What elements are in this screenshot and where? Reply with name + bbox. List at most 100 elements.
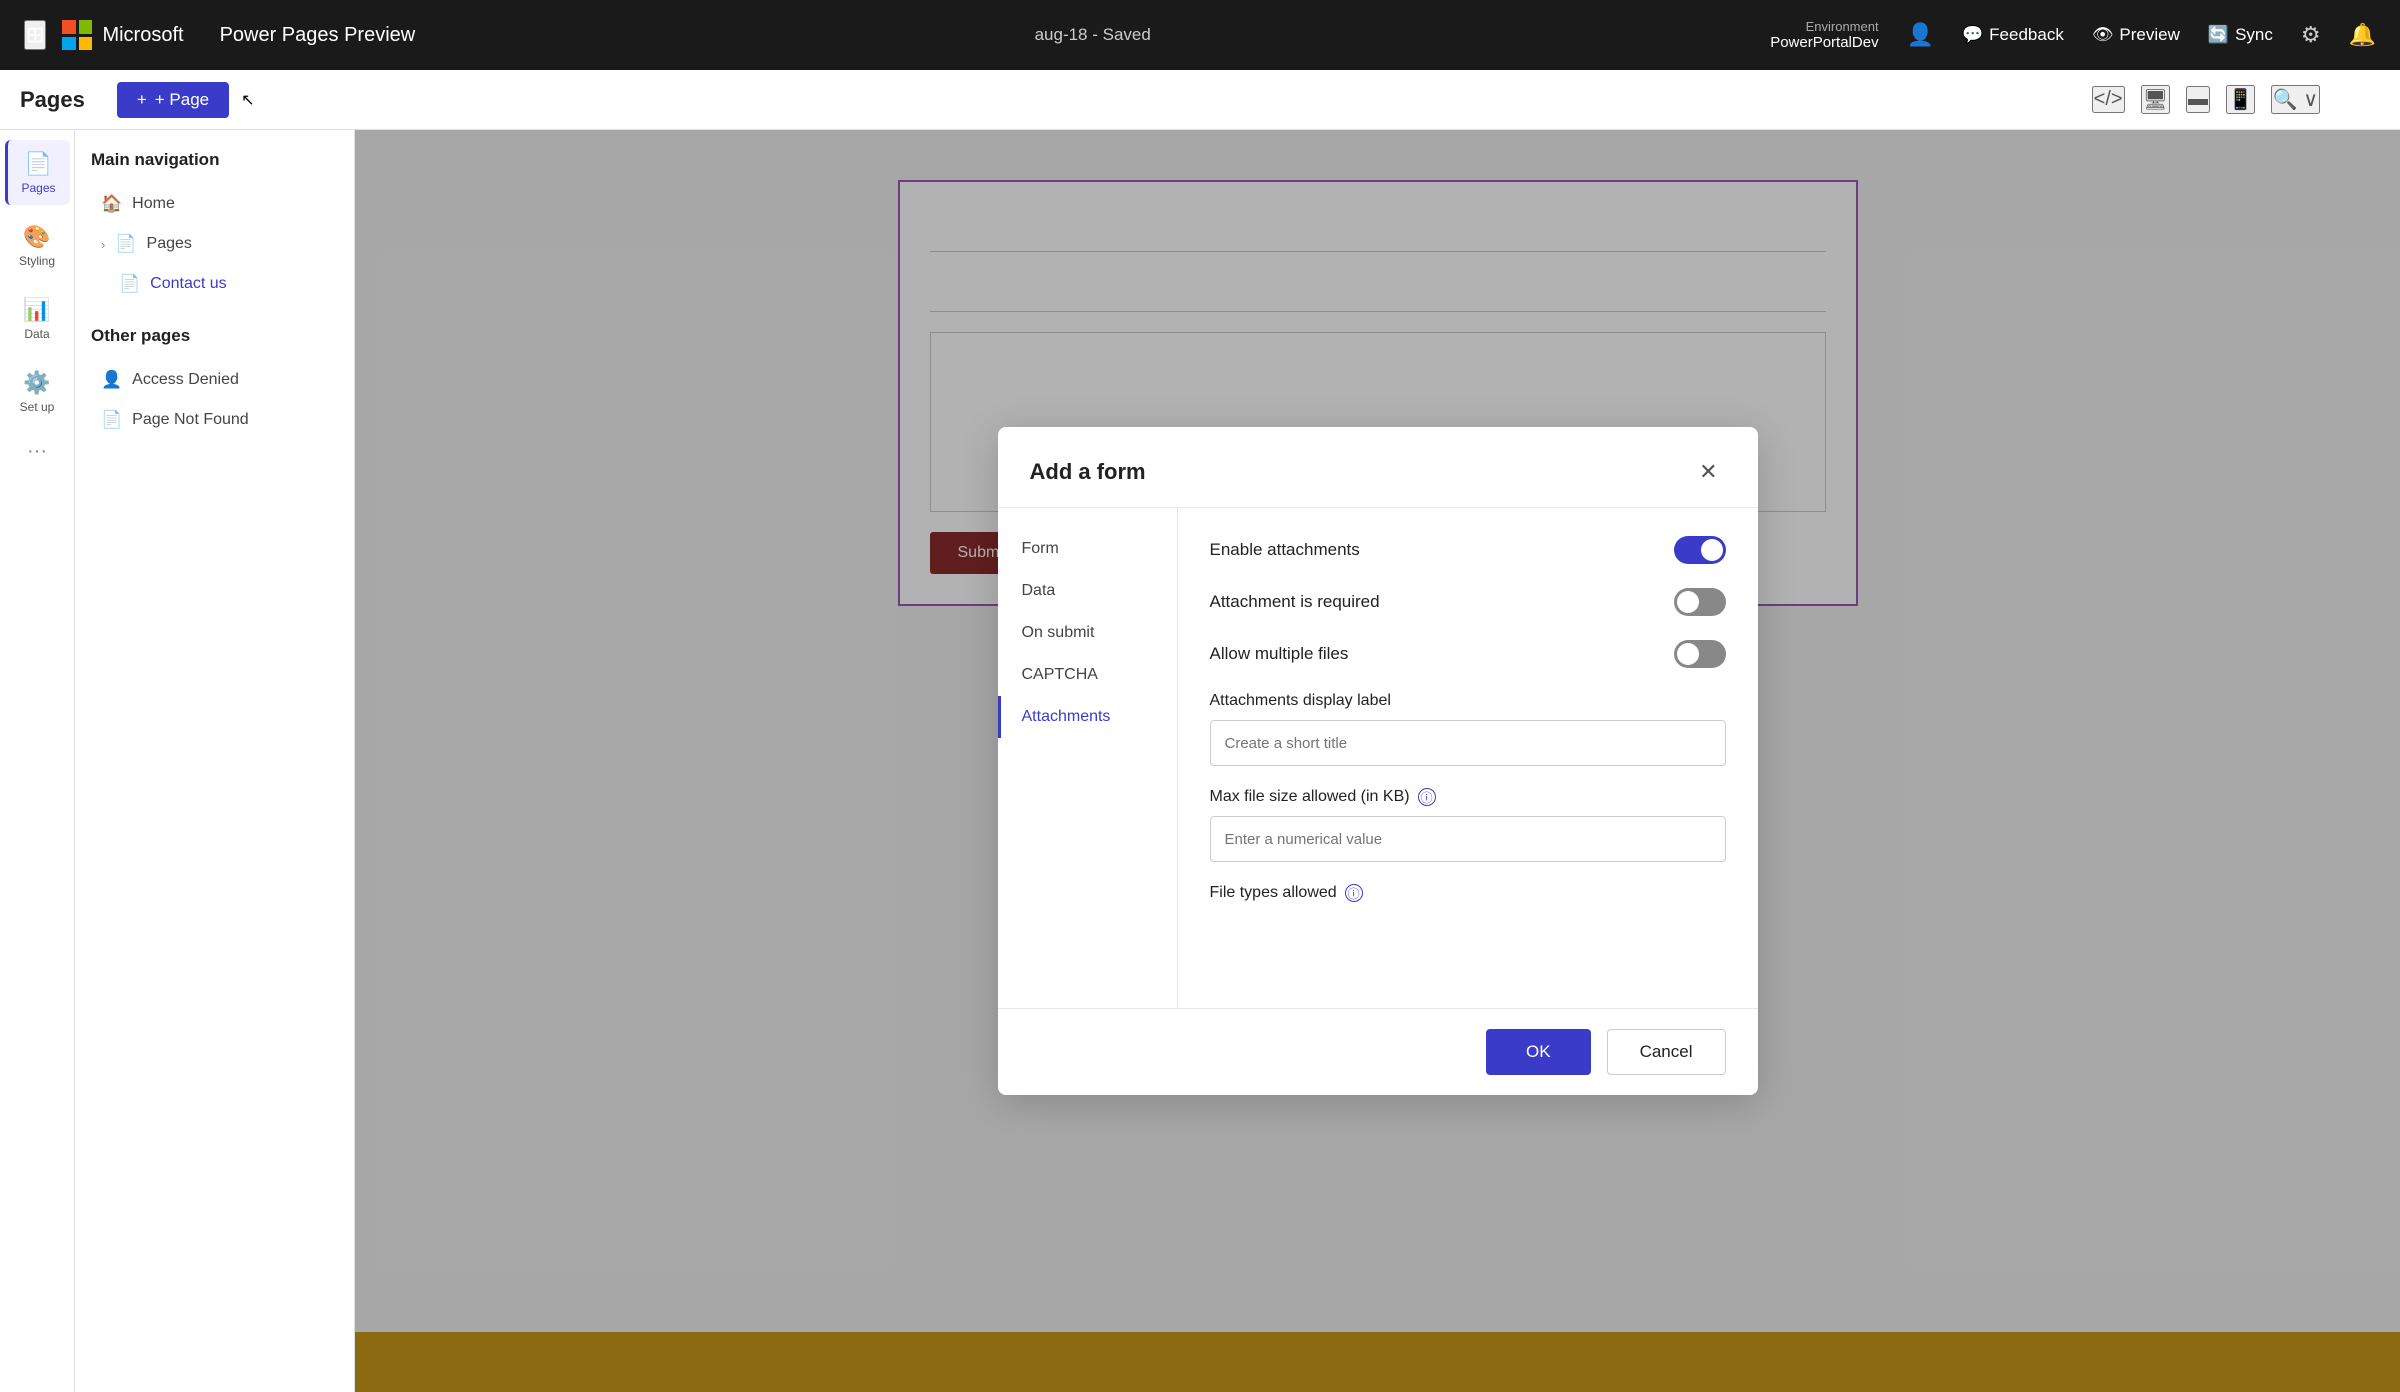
preview-button[interactable]: 👁 Preview xyxy=(2092,25,2180,45)
env-label: Environment xyxy=(1806,19,1879,34)
feedback-label: Feedback xyxy=(1989,25,2064,45)
saved-status: aug-18 - Saved xyxy=(1035,25,1151,45)
display-label-section-label: Attachments display label xyxy=(1210,692,1726,710)
allow-multiple-toggle[interactable] xyxy=(1674,640,1726,668)
modal-close-button[interactable]: ✕ xyxy=(1691,455,1725,489)
preview-icon: 👁 xyxy=(2092,25,2114,45)
file-types-label: File types allowed xyxy=(1210,884,1337,902)
modal-title: Add a form xyxy=(1030,459,1146,485)
secondbar: Pages + + Page ↖ </> 🖥 ▬ 📱 🔍 ∨ xyxy=(0,70,2400,130)
toggle-knob-2 xyxy=(1677,591,1699,613)
app-name: Power Pages Preview xyxy=(220,24,416,47)
enable-attachments-toggle[interactable] xyxy=(1674,536,1726,564)
nav-item-access-denied[interactable]: 👤 Access Denied xyxy=(91,362,338,398)
sidebar-item-setup[interactable]: ⚙️ Set up xyxy=(5,359,70,424)
main-nav-title: Main navigation xyxy=(91,150,338,170)
nav-pages-label: Pages xyxy=(147,235,192,253)
plus-icon: + xyxy=(137,90,147,110)
modal-header: Add a form ✕ xyxy=(998,427,1758,508)
code-view-icon[interactable]: </> xyxy=(2092,86,2125,113)
toggle-knob-3 xyxy=(1677,643,1699,665)
attachment-required-label: Attachment is required xyxy=(1210,592,1380,612)
allow-multiple-label: Allow multiple files xyxy=(1210,644,1349,664)
setup-icon: ⚙️ xyxy=(23,370,50,396)
add-form-modal: Add a form ✕ Form Data On submit CAPTCHA… xyxy=(998,427,1758,1095)
cursor-icon: ↖ xyxy=(241,90,271,110)
person-icon[interactable]: 👤 xyxy=(1907,22,1934,48)
max-file-size-input[interactable] xyxy=(1210,816,1726,862)
sidebar-item-data[interactable]: 📊 Data xyxy=(5,286,70,351)
styling-icon: 🎨 xyxy=(23,224,50,250)
sidebar-more-dots: ··· xyxy=(27,440,47,463)
max-file-size-info-icon: ⓘ xyxy=(1418,788,1436,806)
nav-item-page-not-found[interactable]: 📄 Page Not Found xyxy=(91,402,338,438)
nav-item-contact-us[interactable]: 📄 Contact us xyxy=(91,266,338,302)
topbar-center: aug-18 - Saved xyxy=(431,25,1754,45)
nav-panel: Main navigation 🏠 Home › 📄 Pages 📄 Conta… xyxy=(75,130,355,1392)
microsoft-logo: Microsoft xyxy=(62,20,183,50)
attachment-required-toggle[interactable] xyxy=(1674,588,1726,616)
modal-footer: OK Cancel xyxy=(998,1008,1758,1095)
env-name: PowerPortalDev xyxy=(1770,34,1878,51)
other-pages-section: Other pages 👤 Access Denied 📄 Page Not F… xyxy=(91,326,338,438)
modal-sidebar-nav: Form Data On submit CAPTCHA Attachments xyxy=(998,508,1178,1008)
sync-button[interactable]: 🔄 Sync xyxy=(2208,25,2273,45)
display-label-input[interactable] xyxy=(1210,720,1726,766)
nav-item-pages[interactable]: › 📄 Pages xyxy=(91,226,338,262)
preview-label: Preview xyxy=(2119,25,2179,45)
left-sidebar: 📄 Pages 🎨 Styling 📊 Data ⚙️ Set up ··· xyxy=(0,130,75,1392)
modal-body: Form Data On submit CAPTCHA Attachments … xyxy=(998,508,1758,1008)
mobile-view-icon[interactable]: 📱 xyxy=(2226,85,2255,114)
add-page-button[interactable]: + + Page xyxy=(117,82,229,118)
bell-icon[interactable]: 🔔 xyxy=(2349,22,2376,48)
cancel-button[interactable]: Cancel xyxy=(1607,1029,1726,1075)
modal-nav-captcha[interactable]: CAPTCHA xyxy=(998,654,1177,696)
sync-label: Sync xyxy=(2235,25,2273,45)
access-denied-icon: 👤 xyxy=(101,370,122,390)
page-not-found-icon: 📄 xyxy=(101,410,122,430)
zoom-icon[interactable]: 🔍 ∨ xyxy=(2271,85,2320,114)
modal-nav-data[interactable]: Data xyxy=(998,570,1177,612)
nav-page-not-found-label: Page Not Found xyxy=(132,411,249,429)
feedback-icon: 💬 xyxy=(1962,25,1983,45)
topbar-right: Environment PowerPortalDev 👤 💬 Feedback … xyxy=(1770,19,2376,51)
main-content: Submit + Add a form ✕ Form Data On submi… xyxy=(355,130,2400,1392)
grid-icon[interactable]: ⊞ xyxy=(24,20,46,50)
tablet-view-icon[interactable]: ▬ xyxy=(2186,86,2210,113)
home-icon: 🏠 xyxy=(101,194,122,214)
attachment-required-row: Attachment is required xyxy=(1210,588,1726,616)
nav-contact-label: Contact us xyxy=(150,275,226,293)
nav-access-denied-label: Access Denied xyxy=(132,371,239,389)
modal-nav-form[interactable]: Form xyxy=(998,528,1177,570)
settings-icon[interactable]: ⚙ xyxy=(2301,22,2321,48)
pages-nav-icon: 📄 xyxy=(115,234,136,254)
nav-item-home[interactable]: 🏠 Home xyxy=(91,186,338,222)
logo-squares xyxy=(62,20,92,50)
ok-button[interactable]: OK xyxy=(1486,1029,1591,1075)
microsoft-label: Microsoft xyxy=(102,24,183,47)
sync-icon: 🔄 xyxy=(2208,25,2229,45)
modal-main-content: Enable attachments Attachment is require… xyxy=(1178,508,1758,1008)
pages-header: Pages xyxy=(20,87,85,113)
max-file-size-label-row: Max file size allowed (in KB) ⓘ xyxy=(1210,788,1726,806)
topbar: ⊞ Microsoft Power Pages Preview aug-18 -… xyxy=(0,0,2400,70)
modal-overlay: Add a form ✕ Form Data On submit CAPTCHA… xyxy=(355,130,2400,1392)
other-pages-title: Other pages xyxy=(91,326,338,346)
feedback-button[interactable]: 💬 Feedback xyxy=(1962,25,2064,45)
modal-nav-attachments[interactable]: Attachments xyxy=(998,696,1177,738)
file-types-label-row: File types allowed ⓘ xyxy=(1210,884,1726,902)
sidebar-item-pages[interactable]: 📄 Pages xyxy=(5,140,70,205)
allow-multiple-row: Allow multiple files xyxy=(1210,640,1726,668)
file-types-info-icon: ⓘ xyxy=(1345,884,1363,902)
desktop-view-icon[interactable]: 🖥 xyxy=(2141,85,2170,114)
nav-home-label: Home xyxy=(132,195,175,213)
modal-nav-on-submit[interactable]: On submit xyxy=(998,612,1177,654)
contact-icon: 📄 xyxy=(119,274,140,294)
chevron-icon: › xyxy=(101,237,105,252)
max-file-size-label: Max file size allowed (in KB) xyxy=(1210,788,1410,806)
enable-attachments-label: Enable attachments xyxy=(1210,540,1360,560)
toggle-knob xyxy=(1701,539,1723,561)
pages-icon: 📄 xyxy=(25,151,52,177)
data-icon: 📊 xyxy=(23,297,50,323)
sidebar-item-styling[interactable]: 🎨 Styling xyxy=(5,213,70,278)
